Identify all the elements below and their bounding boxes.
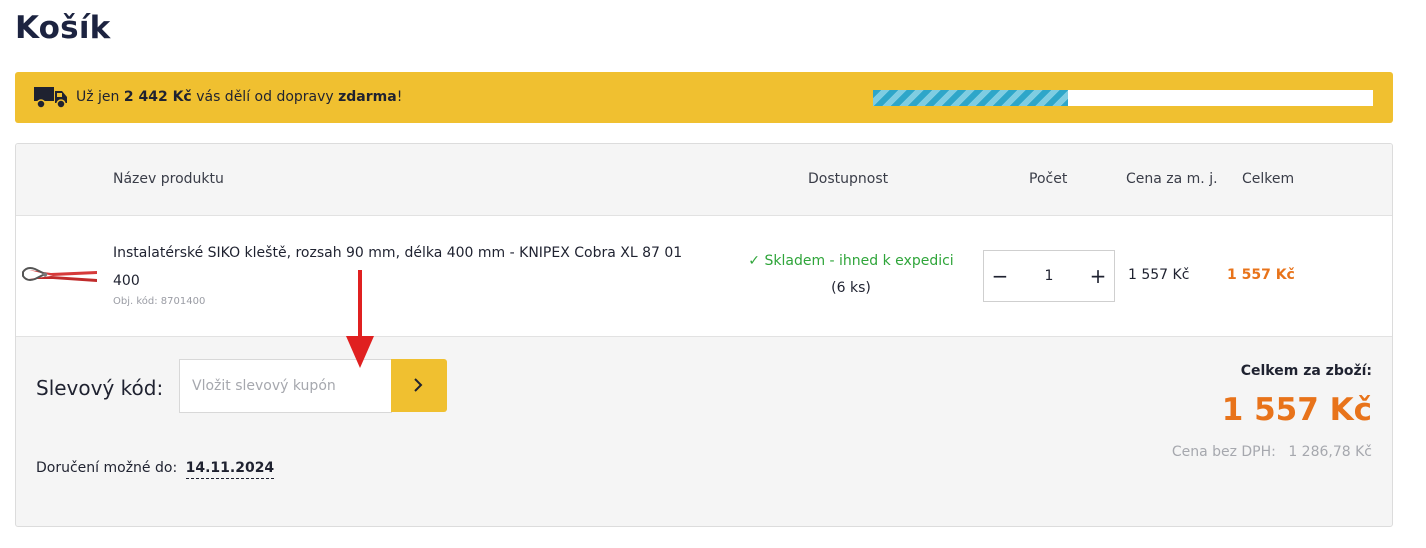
free-shipping-text: Už jen 2 442 Kč vás dělí od dopravy zdar… xyxy=(76,89,403,105)
page-title: Košík xyxy=(15,10,111,46)
free-shipping-banner: Už jen 2 442 Kč vás dělí od dopravy zdar… xyxy=(15,72,1393,123)
cart-table-header: Název produktu Dostupnost Počet Cena za … xyxy=(16,144,1392,216)
delivery-info: Doručení možné do: 14.11.2024 xyxy=(36,460,275,479)
quantity-decrease-button[interactable]: − xyxy=(988,263,1012,289)
shipping-progress-bar xyxy=(873,90,1373,106)
summary-label: Celkem za zboží: xyxy=(1240,363,1372,379)
row-total: 1 557 Kč xyxy=(1227,267,1295,283)
availability-status: ✓ Skladem - ihned k expedici xyxy=(748,253,954,269)
pliers-icon[interactable] xyxy=(21,264,99,286)
no-vat-value: 1 286,78 Kč xyxy=(1288,444,1372,460)
coupon-submit-button[interactable] xyxy=(391,359,447,412)
remaining-amount: 2 442 Kč xyxy=(123,89,192,105)
delivery-date[interactable]: 14.11.2024 xyxy=(185,460,275,479)
no-vat-label: Cena bez DPH: xyxy=(1171,444,1276,460)
product-code: Obj. kód: 8701400 xyxy=(113,296,206,307)
unit-price: 1 557 Kč xyxy=(1128,267,1190,283)
delivery-label: Doručení možné do: xyxy=(36,460,178,476)
header-product: Název produktu xyxy=(113,171,224,187)
header-total: Celkem xyxy=(1242,171,1295,187)
header-unit-price: Cena za m. j. xyxy=(1126,171,1218,187)
summary-total: 1 557 Kč xyxy=(1221,392,1372,428)
cart-table: Název produktu Dostupnost Počet Cena za … xyxy=(15,143,1393,527)
coupon-input[interactable] xyxy=(179,359,392,413)
header-availability: Dostupnost xyxy=(808,171,889,187)
coupon-label: Slevový kód: xyxy=(36,376,164,400)
free-label: zdarma xyxy=(338,89,397,105)
product-name-link[interactable]: Instalatérské SIKO kleště, rozsah 90 mm,… xyxy=(113,239,683,295)
quantity-increase-button[interactable]: + xyxy=(1086,263,1110,289)
quantity-input[interactable] xyxy=(1024,263,1074,289)
truck-icon xyxy=(34,87,67,109)
stock-count: (6 ks) xyxy=(831,280,871,296)
chevron-right-icon xyxy=(414,378,423,392)
shipping-progress-fill xyxy=(873,90,1068,106)
table-row: Instalatérské SIKO kleště, rozsah 90 mm,… xyxy=(16,216,1392,337)
quantity-stepper: − + xyxy=(983,250,1115,302)
header-quantity: Počet xyxy=(1029,171,1068,187)
price-without-vat: Cena bez DPH: 1 286,78 Kč xyxy=(1172,444,1372,460)
